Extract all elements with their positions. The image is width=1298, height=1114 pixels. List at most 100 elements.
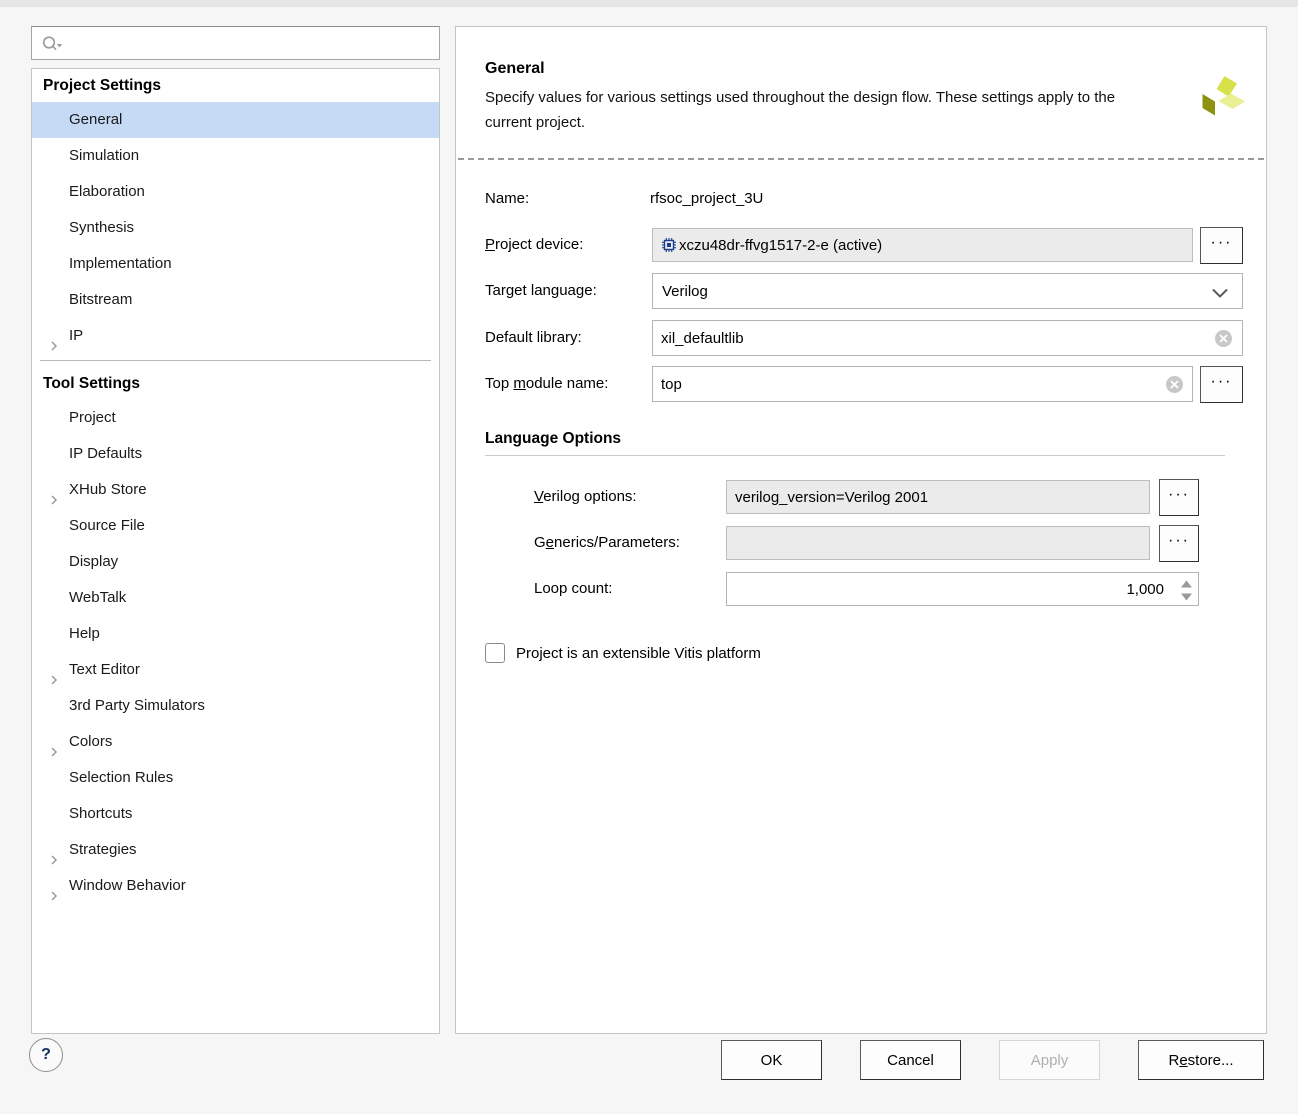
project-device-label: Project device: xyxy=(485,236,583,253)
chevron-down-icon[interactable] xyxy=(1211,286,1229,298)
cancel-button[interactable]: Cancel xyxy=(860,1040,961,1080)
chevron-right-icon[interactable] xyxy=(48,844,60,865)
sidebar-item-project[interactable]: Project xyxy=(32,400,439,436)
verilog-options-value: verilog_version=Verilog 2001 xyxy=(735,488,929,506)
sidebar-item-3rd-party-simulators[interactable]: 3rd Party Simulators xyxy=(32,688,439,724)
vitis-platform-row[interactable]: Project is an extensible Vitis platform xyxy=(485,643,761,663)
top-module-name-label: Top module name: xyxy=(485,375,608,392)
search-box[interactable] xyxy=(31,26,440,60)
search-input[interactable] xyxy=(66,27,436,59)
default-library-field[interactable]: xil_defaultlib xyxy=(652,320,1243,356)
chevron-right-icon[interactable] xyxy=(48,880,60,901)
top-module-name-value: top xyxy=(661,375,682,393)
sidebar-item-ip-defaults[interactable]: IP Defaults xyxy=(32,436,439,472)
sidebar-item-general[interactable]: General xyxy=(32,102,439,138)
sidebar-item-colors[interactable]: Colors xyxy=(32,724,439,760)
top-module-name-field[interactable]: top xyxy=(652,366,1193,402)
chevron-right-icon[interactable] xyxy=(48,484,60,505)
sidebar-item-label: Window Behavior xyxy=(69,877,186,894)
sidebar-item-selection-rules[interactable]: Selection Rules xyxy=(32,760,439,796)
language-options-rule xyxy=(485,455,1225,456)
help-button[interactable]: ? xyxy=(29,1038,63,1072)
clear-top-module-name-icon[interactable] xyxy=(1165,375,1184,394)
sidebar-item-label: Source File xyxy=(69,517,145,534)
project-device-label-rest: roject device: xyxy=(495,236,584,253)
apply-button[interactable]: Apply xyxy=(999,1040,1100,1080)
restore-label-rest: store... xyxy=(1187,1051,1234,1069)
chevron-right-icon[interactable] xyxy=(48,736,60,757)
target-language-label: Target language: xyxy=(485,282,597,299)
sidebar-item-label: Project xyxy=(69,409,116,426)
project-device-browse-button[interactable]: ··· xyxy=(1200,227,1243,264)
top-module-label-rest: odule name: xyxy=(525,375,609,392)
sidebar-item-label: Simulation xyxy=(69,147,140,164)
generics-label-rest: nerics/Parameters: xyxy=(554,534,680,551)
name-value: rfsoc_project_3U xyxy=(650,190,764,207)
nav-group-title-project-settings: Project Settings xyxy=(43,77,161,94)
sidebar-item-label: Bitstream xyxy=(69,291,133,308)
window-chrome-strip xyxy=(0,0,1298,7)
vitis-platform-checkbox[interactable] xyxy=(485,643,505,663)
sidebar-item-label: IP Defaults xyxy=(69,445,143,462)
ok-button[interactable]: OK xyxy=(721,1040,822,1080)
default-library-label: Default library: xyxy=(485,329,582,346)
settings-nav-tree[interactable]: Project Settings General Simulation Elab… xyxy=(31,68,440,1034)
sidebar-item-source-file[interactable]: Source File xyxy=(32,508,439,544)
restore-button[interactable]: Re store... xyxy=(1138,1040,1264,1080)
settings-dialog: Project Settings General Simulation Elab… xyxy=(0,7,1298,1114)
target-language-value: Verilog xyxy=(662,282,708,300)
sidebar-item-synthesis[interactable]: Synthesis xyxy=(32,210,439,246)
panel-description: Specify values for various settings used… xyxy=(485,89,1116,131)
top-module-label-pre: Top xyxy=(485,375,514,392)
restore-label-mnemonic: e xyxy=(1179,1051,1188,1069)
language-options-title: Language Options xyxy=(485,430,622,447)
chevron-right-icon[interactable] xyxy=(48,330,60,351)
verilog-options-browse-button[interactable]: ··· xyxy=(1159,479,1199,516)
sidebar-item-strategies[interactable]: Strategies xyxy=(32,832,439,868)
generics-parameters-browse-button[interactable]: ··· xyxy=(1159,525,1199,562)
sidebar-item-label: 3rd Party Simulators xyxy=(69,697,205,714)
generics-parameters-field[interactable] xyxy=(726,526,1150,560)
target-language-dropdown[interactable]: Verilog xyxy=(652,273,1243,309)
settings-content-panel: General Specify values for various setti… xyxy=(455,26,1267,1034)
loop-count-value: 1,000 xyxy=(1126,580,1164,598)
sidebar-item-display[interactable]: Display xyxy=(32,544,439,580)
project-device-label-mnemonic: P xyxy=(485,236,496,253)
sidebar-item-label: Synthesis xyxy=(69,219,135,236)
sidebar-item-label: Selection Rules xyxy=(69,769,174,786)
sidebar-item-xhub-store[interactable]: XHub Store xyxy=(32,472,439,508)
sidebar-item-elaboration[interactable]: Elaboration xyxy=(32,174,439,210)
stepper-up-icon xyxy=(1180,580,1192,587)
verilog-options-label-mnemonic: V xyxy=(534,488,544,505)
xilinx-logo-icon xyxy=(1196,74,1252,126)
panel-header: General Specify values for various setti… xyxy=(456,27,1266,151)
generics-parameters-label: Generics/Parameters: xyxy=(534,534,680,551)
sidebar-item-label: Help xyxy=(69,625,100,642)
settings-navigation-column: Project Settings General Simulation Elab… xyxy=(31,26,440,1034)
sidebar-item-shortcuts[interactable]: Shortcuts xyxy=(32,796,439,832)
sidebar-item-implementation[interactable]: Implementation xyxy=(32,246,439,282)
sidebar-item-help[interactable]: Help xyxy=(32,616,439,652)
sidebar-item-bitstream[interactable]: Bitstream xyxy=(32,282,439,318)
sidebar-item-label: Text Editor xyxy=(69,661,140,678)
sidebar-item-text-editor[interactable]: Text Editor xyxy=(32,652,439,688)
sidebar-item-webtalk[interactable]: WebTalk xyxy=(32,580,439,616)
chip-icon xyxy=(661,237,677,253)
sidebar-item-ip[interactable]: IP xyxy=(32,318,439,354)
verilog-options-field[interactable]: verilog_version=Verilog 2001 xyxy=(726,480,1150,514)
vitis-platform-label: Project is an extensible Vitis platform xyxy=(516,644,761,662)
sidebar-item-window-behavior[interactable]: Window Behavior xyxy=(32,868,439,904)
sidebar-item-label: IP xyxy=(69,327,84,344)
loop-count-field[interactable]: 1,000 xyxy=(726,572,1199,606)
sidebar-item-label: Elaboration xyxy=(69,183,145,200)
sidebar-item-simulation[interactable]: Simulation xyxy=(32,138,439,174)
generics-label-mnemonic: e xyxy=(545,534,555,551)
chevron-right-icon[interactable] xyxy=(48,664,60,685)
loop-count-label: Loop count: xyxy=(534,580,613,597)
nav-group-tool-settings: Tool Settings Project IP Defaults XHub S… xyxy=(32,367,439,904)
clear-default-library-icon[interactable] xyxy=(1214,329,1233,348)
loop-count-stepper[interactable] xyxy=(1175,574,1197,606)
project-device-field[interactable]: xczu48dr-ffvg1517-2-e (active) xyxy=(652,228,1193,262)
top-module-browse-button[interactable]: ··· xyxy=(1200,366,1243,403)
generics-label-pre: G xyxy=(534,534,546,551)
